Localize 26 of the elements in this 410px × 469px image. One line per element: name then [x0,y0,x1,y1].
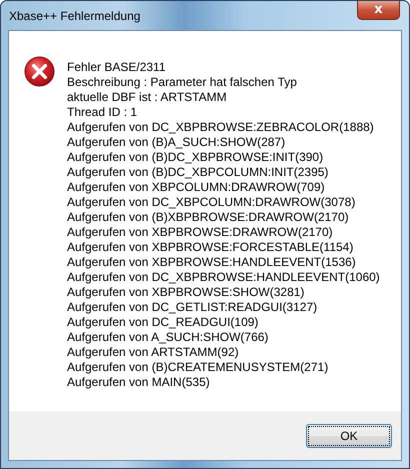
window-title: Xbase++ Fehlermeldung [9,9,140,23]
message-line: Beschreibung : Parameter hat falschen Typ [67,75,298,90]
message-line: Aufgerufen von (B)DC_XBPCOLUMN:INIT(2395) [67,165,330,180]
message-line: Aufgerufen von XBPBROWSE:HANDLEEVENT(1536) [67,255,357,270]
message-line: Fehler BASE/2311 [67,60,167,75]
message-line: Aufgerufen von XBPBROWSE:SHOW(3281) [67,285,306,300]
message-line: Aufgerufen von (B)CREATEMENUSYSTEM(271) [67,360,330,375]
message-line: Aufgerufen von A_SUCH:SHOW(766) [67,330,270,345]
message-line: Aufgerufen von DC_XBPCOLUMN:DRAWROW(3078) [67,195,356,210]
close-button[interactable]: x [357,1,400,20]
message-line: Thread ID : 1 [67,105,138,120]
message-line: Aufgerufen von (B)XBPBROWSE:DRAWROW(2170) [67,210,350,225]
message-line: Aufgerufen von (B)DC_XBPBROWSE:INIT(390) [67,150,324,165]
message-line: Aufgerufen von MAIN(535) [67,375,211,390]
message-line: Aufgerufen von ARTSTAMM(92) [67,345,240,360]
message-line: Aufgerufen von XBPBROWSE:FORCESTABLE(1154) [67,240,354,255]
message-line: Aufgerufen von DC_READGUI(109) [67,315,260,330]
message-line: Aufgerufen von DC_XBPBROWSE:ZEBRACOLOR(1888) [67,120,375,135]
ok-button[interactable]: OK [306,424,392,448]
message-line: Aufgerufen von DC_GETLIST:READGUI(3127) [67,300,318,315]
message-line: Aufgerufen von XBPBROWSE:DRAWROW(2170) [67,225,334,240]
error-icon [24,56,55,87]
message-line: aktuelle DBF ist : ARTSTAMM [67,90,228,105]
message-line: Aufgerufen von DC_XBPBROWSE:HANDLEEVENT(1060) [67,270,380,285]
message-line: Aufgerufen von XBPCOLUMN:DRAWROW(709) [67,180,326,195]
message-line: Aufgerufen von (B)A_SUCH:SHOW(287) [67,135,286,150]
